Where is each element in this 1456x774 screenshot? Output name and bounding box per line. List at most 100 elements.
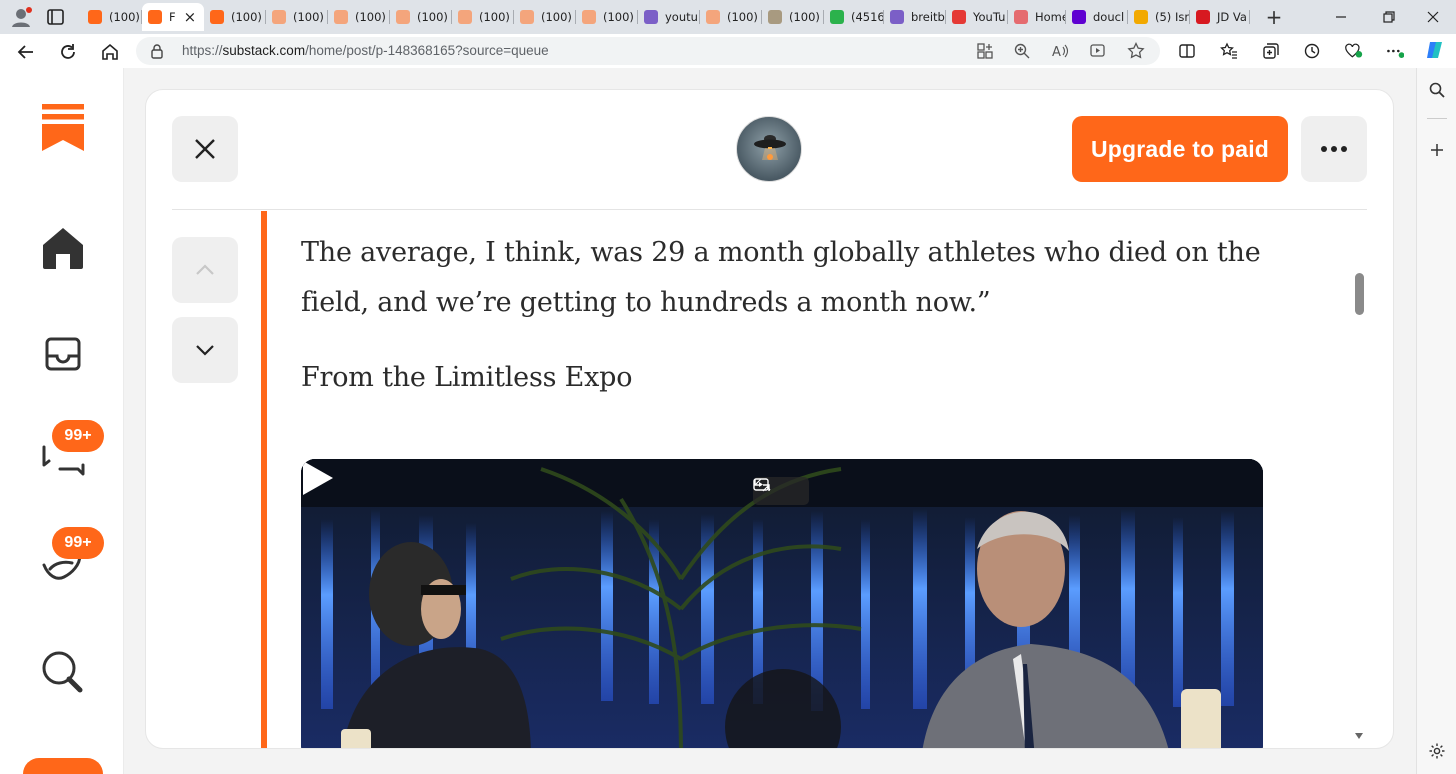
tab-list: (100) F × (100) (100) (100) (100) (100) (100) (10… (82, 3, 1250, 31)
browser-tab[interactable]: (100) (204, 3, 266, 31)
extensions-heart-icon[interactable] (1345, 42, 1363, 60)
restore-icon (1383, 11, 1395, 23)
tab-title: (100) (417, 10, 448, 24)
embedded-video[interactable] (301, 459, 1263, 748)
lock-icon[interactable] (150, 43, 164, 59)
tab-title: JD Va (1217, 10, 1247, 24)
browser-tab[interactable]: JD Va (1190, 3, 1250, 31)
read-aloud-icon[interactable]: A (1051, 42, 1069, 60)
browser-tab[interactable]: (100) (266, 3, 328, 31)
tab-title: (100) (231, 10, 262, 24)
browser-tab[interactable]: breitb (884, 3, 946, 31)
n-icon (1196, 10, 1210, 24)
svg-text:A: A (1052, 45, 1061, 60)
browser-tab[interactable]: (100) (452, 3, 514, 31)
quote-text: The average, I think, was 29 a month glo… (301, 228, 1281, 328)
create-button[interactable] (23, 758, 103, 774)
picture-in-picture-icon[interactable] (753, 477, 771, 493)
minimize-button[interactable] (1318, 0, 1364, 34)
close-post-button[interactable] (172, 116, 238, 182)
profile-avatar-icon[interactable] (10, 6, 32, 28)
restore-button[interactable] (1366, 0, 1412, 34)
browser-tab[interactable]: (4516 (824, 3, 884, 31)
youtube-icon (952, 10, 966, 24)
tab-title: (100) (727, 10, 758, 24)
publication-avatar[interactable] (736, 116, 802, 182)
browser-tab[interactable]: Home (1008, 3, 1066, 31)
edge-sidebar (1416, 68, 1456, 774)
browser-tab[interactable]: (100) (390, 3, 452, 31)
tab-title: (100) (479, 10, 510, 24)
substack-logo-icon[interactable] (42, 104, 84, 152)
minimize-icon (1336, 16, 1346, 18)
quote-line-2: field, and we’re getting to hundreds a m… (301, 287, 991, 318)
tab-title: (100) (109, 10, 140, 24)
back-button[interactable] (12, 38, 40, 66)
yahoo-icon (1072, 10, 1086, 24)
new-tab-button[interactable]: + (1261, 4, 1287, 30)
settings-gear-icon[interactable] (1428, 742, 1446, 760)
home-button[interactable] (96, 38, 124, 66)
search-icon[interactable] (1428, 81, 1446, 99)
substack-icon (520, 10, 534, 24)
tab-title: (100) (355, 10, 386, 24)
nbc-icon (1134, 10, 1148, 24)
play-icon (303, 461, 333, 495)
home-site-icon (1014, 10, 1028, 24)
next-post-button[interactable] (172, 317, 238, 383)
scroll-down-arrow-icon[interactable] (1354, 732, 1364, 740)
tab-title: breitb (911, 10, 945, 24)
url-path: /home/post/p-148368165?source=queue (305, 43, 549, 58)
url-text[interactable]: https://substack.com/home/post/p-1483681… (182, 43, 549, 58)
browser-tab[interactable]: (100) (700, 3, 762, 31)
apps-icon[interactable] (976, 42, 994, 60)
add-icon[interactable] (1429, 142, 1445, 158)
url-host: substack.com (222, 43, 306, 58)
more-options-button[interactable] (1301, 116, 1367, 182)
collections-icon[interactable] (1262, 42, 1280, 60)
address-bar[interactable]: https://substack.com/home/post/p-1483681… (136, 37, 1160, 65)
history-icon[interactable] (1303, 42, 1321, 60)
close-tab-icon[interactable]: × (184, 8, 197, 26)
tab-actions-icon[interactable] (44, 7, 68, 27)
previous-post-button[interactable] (172, 237, 238, 303)
tab-title: (100) (541, 10, 572, 24)
favorite-star-icon[interactable] (1127, 42, 1145, 60)
section-subheading: From the Limitless Expo (301, 362, 633, 393)
header-divider (172, 209, 1367, 210)
browser-tab[interactable]: (5) Isr (1128, 3, 1190, 31)
search-nav-icon[interactable] (38, 648, 88, 698)
browser-tab[interactable]: (100) (82, 3, 142, 31)
favorites-icon[interactable] (1220, 42, 1238, 60)
more-menu-icon[interactable] (1386, 42, 1404, 60)
substack-icon (458, 10, 472, 24)
tab-title: doucl (1093, 10, 1125, 24)
browser-toolbar: https://substack.com/home/post/p-1483681… (0, 34, 1456, 68)
browser-tab[interactable]: youtu (638, 3, 700, 31)
refresh-icon (61, 44, 75, 59)
browser-tab[interactable]: (100) (514, 3, 576, 31)
zoom-icon[interactable] (1013, 42, 1031, 60)
home-nav-icon[interactable] (38, 223, 88, 273)
browser-tab[interactable]: (100) (328, 3, 390, 31)
browser-tab[interactable]: doucl (1066, 3, 1128, 31)
split-screen-icon[interactable] (1178, 42, 1196, 60)
video-overlay-controls (753, 477, 809, 505)
close-icon (1427, 11, 1439, 23)
tab-separator (1249, 10, 1250, 24)
inbox-icon[interactable] (38, 329, 88, 379)
url-prefix: https:// (182, 43, 223, 58)
browser-tab[interactable]: (100) (576, 3, 638, 31)
close-window-button[interactable] (1410, 0, 1456, 34)
scrollbar-thumb[interactable] (1355, 273, 1364, 315)
upgrade-to-paid-button[interactable]: Upgrade to paid (1072, 116, 1288, 182)
media-icon[interactable] (1089, 42, 1107, 60)
progress-accent-bar (261, 211, 267, 748)
browser-tab[interactable]: YouTu (946, 3, 1008, 31)
browser-tab[interactable]: (100) (762, 3, 824, 31)
copilot-icon[interactable] (1424, 39, 1446, 61)
browser-tab[interactable]: F × (142, 3, 204, 31)
activity-badge: 99+ (52, 527, 104, 559)
refresh-button[interactable] (54, 38, 82, 66)
browser-tab-strip: (100) F × (100) (100) (100) (100) (100) (100) (10… (0, 0, 1456, 34)
